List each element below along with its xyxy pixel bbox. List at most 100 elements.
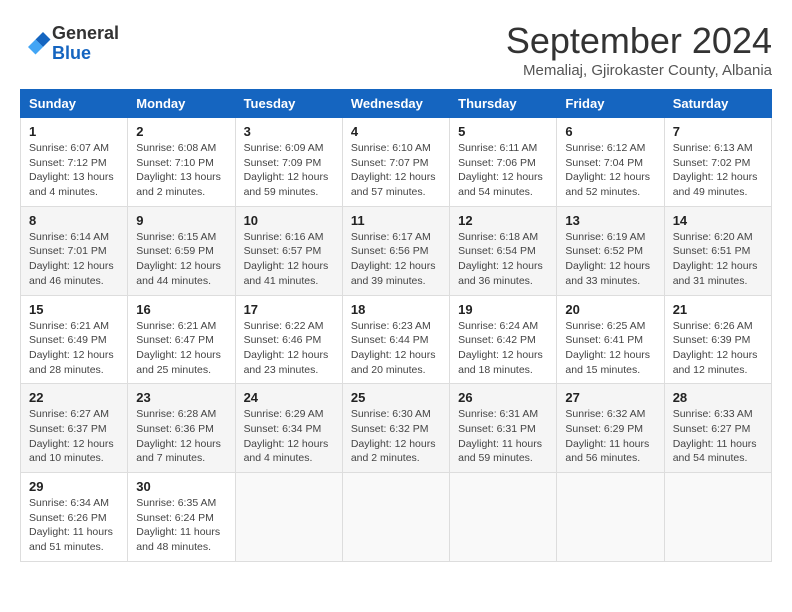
day-number: 25 <box>351 390 441 405</box>
day-number: 22 <box>29 390 119 405</box>
calendar-cell: 12Sunrise: 6:18 AMSunset: 6:54 PMDayligh… <box>450 206 557 295</box>
calendar-cell: 2 Sunrise: 6:08 AMSunset: 7:10 PMDaylight… <box>128 118 235 207</box>
day-number: 8 <box>29 213 119 228</box>
day-number: 20 <box>565 302 655 317</box>
day-number: 21 <box>673 302 763 317</box>
day-detail: Sunrise: 6:14 AMSunset: 7:01 PMDaylight:… <box>29 230 119 289</box>
day-detail: Sunrise: 6:22 AMSunset: 6:46 PMDaylight:… <box>244 319 334 378</box>
calendar-cell: 5 Sunrise: 6:11 AMSunset: 7:06 PMDaylight… <box>450 118 557 207</box>
day-detail: Sunrise: 6:09 AMSunset: 7:09 PMDaylight:… <box>244 141 334 200</box>
day-number: 28 <box>673 390 763 405</box>
day-number: 24 <box>244 390 334 405</box>
day-detail: Sunrise: 6:23 AMSunset: 6:44 PMDaylight:… <box>351 319 441 378</box>
day-detail: Sunrise: 6:16 AMSunset: 6:57 PMDaylight:… <box>244 230 334 289</box>
calendar-cell: 28 Sunrise: 6:33 AMSunset: 6:27 PMDayligh… <box>664 384 771 473</box>
calendar-week-row: 15Sunrise: 6:21 AMSunset: 6:49 PMDayligh… <box>21 295 772 384</box>
calendar-cell: 8 Sunrise: 6:14 AMSunset: 7:01 PMDaylight… <box>21 206 128 295</box>
day-number: 30 <box>136 479 226 494</box>
day-number: 11 <box>351 213 441 228</box>
day-number: 4 <box>351 124 441 139</box>
calendar-week-row: 22Sunrise: 6:27 AMSunset: 6:37 PMDayligh… <box>21 384 772 473</box>
day-number: 13 <box>565 213 655 228</box>
calendar-cell: 10 Sunrise: 6:16 AMSunset: 6:57 PMDayligh… <box>235 206 342 295</box>
day-detail: Sunrise: 6:15 AMSunset: 6:59 PMDaylight:… <box>136 230 226 289</box>
calendar-header-thursday: Thursday <box>450 90 557 118</box>
calendar-header-wednesday: Wednesday <box>342 90 449 118</box>
calendar-cell: 6 Sunrise: 6:12 AMSunset: 7:04 PMDaylight… <box>557 118 664 207</box>
day-number: 3 <box>244 124 334 139</box>
calendar-cell: 23 Sunrise: 6:28 AMSunset: 6:36 PMDayligh… <box>128 384 235 473</box>
day-detail: Sunrise: 6:08 AMSunset: 7:10 PMDaylight:… <box>136 141 226 200</box>
calendar-header-tuesday: Tuesday <box>235 90 342 118</box>
day-detail: Sunrise: 6:31 AMSunset: 6:31 PMDaylight:… <box>458 407 548 466</box>
day-detail: Sunrise: 6:29 AMSunset: 6:34 PMDaylight:… <box>244 407 334 466</box>
calendar-cell: 7Sunrise: 6:13 AMSunset: 7:02 PMDaylight… <box>664 118 771 207</box>
title-block: September 2024 Memaliaj, Gjirokaster Cou… <box>506 20 772 79</box>
day-number: 6 <box>565 124 655 139</box>
logo-icon <box>22 26 52 56</box>
calendar-cell: 20 Sunrise: 6:25 AMSunset: 6:41 PMDayligh… <box>557 295 664 384</box>
day-number: 14 <box>673 213 763 228</box>
calendar-week-row: 1Sunrise: 6:07 AMSunset: 7:12 PMDaylight… <box>21 118 772 207</box>
day-number: 18 <box>351 302 441 317</box>
calendar-cell: 18 Sunrise: 6:23 AMSunset: 6:44 PMDayligh… <box>342 295 449 384</box>
calendar-cell: 22Sunrise: 6:27 AMSunset: 6:37 PMDayligh… <box>21 384 128 473</box>
calendar-cell: 4Sunrise: 6:10 AMSunset: 7:07 PMDaylight… <box>342 118 449 207</box>
calendar-header-monday: Monday <box>128 90 235 118</box>
day-detail: Sunrise: 6:19 AMSunset: 6:52 PMDaylight:… <box>565 230 655 289</box>
calendar-cell: 15Sunrise: 6:21 AMSunset: 6:49 PMDayligh… <box>21 295 128 384</box>
calendar-cell: 14 Sunrise: 6:20 AMSunset: 6:51 PMDayligh… <box>664 206 771 295</box>
day-detail: Sunrise: 6:25 AMSunset: 6:41 PMDaylight:… <box>565 319 655 378</box>
day-detail: Sunrise: 6:18 AMSunset: 6:54 PMDaylight:… <box>458 230 548 289</box>
day-detail: Sunrise: 6:32 AMSunset: 6:29 PMDaylight:… <box>565 407 655 466</box>
calendar-cell: 16 Sunrise: 6:21 AMSunset: 6:47 PMDayligh… <box>128 295 235 384</box>
day-detail: Sunrise: 6:30 AMSunset: 6:32 PMDaylight:… <box>351 407 441 466</box>
day-number: 17 <box>244 302 334 317</box>
day-number: 16 <box>136 302 226 317</box>
calendar-cell: 11 Sunrise: 6:17 AMSunset: 6:56 PMDayligh… <box>342 206 449 295</box>
calendar-cell <box>557 473 664 562</box>
day-detail: Sunrise: 6:26 AMSunset: 6:39 PMDaylight:… <box>673 319 763 378</box>
calendar-week-row: 29 Sunrise: 6:34 AMSunset: 6:26 PMDayligh… <box>21 473 772 562</box>
day-number: 10 <box>244 213 334 228</box>
day-detail: Sunrise: 6:13 AMSunset: 7:02 PMDaylight:… <box>673 141 763 200</box>
day-detail: Sunrise: 6:20 AMSunset: 6:51 PMDaylight:… <box>673 230 763 289</box>
calendar-header-saturday: Saturday <box>664 90 771 118</box>
calendar-cell <box>235 473 342 562</box>
day-number: 19 <box>458 302 548 317</box>
day-number: 29 <box>29 479 119 494</box>
subtitle: Memaliaj, Gjirokaster County, Albania <box>506 62 772 79</box>
calendar-cell: 27 Sunrise: 6:32 AMSunset: 6:29 PMDayligh… <box>557 384 664 473</box>
day-detail: Sunrise: 6:24 AMSunset: 6:42 PMDaylight:… <box>458 319 548 378</box>
day-number: 15 <box>29 302 119 317</box>
day-detail: Sunrise: 6:11 AMSunset: 7:06 PMDaylight:… <box>458 141 548 200</box>
calendar-cell: 13 Sunrise: 6:19 AMSunset: 6:52 PMDayligh… <box>557 206 664 295</box>
day-number: 26 <box>458 390 548 405</box>
day-number: 5 <box>458 124 548 139</box>
day-detail: Sunrise: 6:17 AMSunset: 6:56 PMDaylight:… <box>351 230 441 289</box>
calendar-header-row: SundayMondayTuesdayWednesdayThursdayFrid… <box>21 90 772 118</box>
calendar-cell: 26 Sunrise: 6:31 AMSunset: 6:31 PMDayligh… <box>450 384 557 473</box>
day-detail: Sunrise: 6:35 AMSunset: 6:24 PMDaylight:… <box>136 496 226 555</box>
calendar-cell: 1Sunrise: 6:07 AMSunset: 7:12 PMDaylight… <box>21 118 128 207</box>
calendar-cell: 25 Sunrise: 6:30 AMSunset: 6:32 PMDayligh… <box>342 384 449 473</box>
day-detail: Sunrise: 6:21 AMSunset: 6:47 PMDaylight:… <box>136 319 226 378</box>
calendar-cell <box>450 473 557 562</box>
calendar-cell <box>342 473 449 562</box>
calendar-cell: 19 Sunrise: 6:24 AMSunset: 6:42 PMDayligh… <box>450 295 557 384</box>
calendar-cell: 3 Sunrise: 6:09 AMSunset: 7:09 PMDaylight… <box>235 118 342 207</box>
day-number: 2 <box>136 124 226 139</box>
calendar-header-sunday: Sunday <box>21 90 128 118</box>
calendar-header-friday: Friday <box>557 90 664 118</box>
calendar-body: 1Sunrise: 6:07 AMSunset: 7:12 PMDaylight… <box>21 118 772 562</box>
calendar-cell: 21 Sunrise: 6:26 AMSunset: 6:39 PMDayligh… <box>664 295 771 384</box>
day-detail: Sunrise: 6:34 AMSunset: 6:26 PMDaylight:… <box>29 496 119 555</box>
logo: General Blue <box>20 24 119 64</box>
day-detail: Sunrise: 6:12 AMSunset: 7:04 PMDaylight:… <box>565 141 655 200</box>
day-number: 23 <box>136 390 226 405</box>
day-detail: Sunrise: 6:28 AMSunset: 6:36 PMDaylight:… <box>136 407 226 466</box>
logo-general: General <box>52 24 119 44</box>
day-number: 27 <box>565 390 655 405</box>
day-detail: Sunrise: 6:33 AMSunset: 6:27 PMDaylight:… <box>673 407 763 466</box>
day-detail: Sunrise: 6:07 AMSunset: 7:12 PMDaylight:… <box>29 141 119 200</box>
